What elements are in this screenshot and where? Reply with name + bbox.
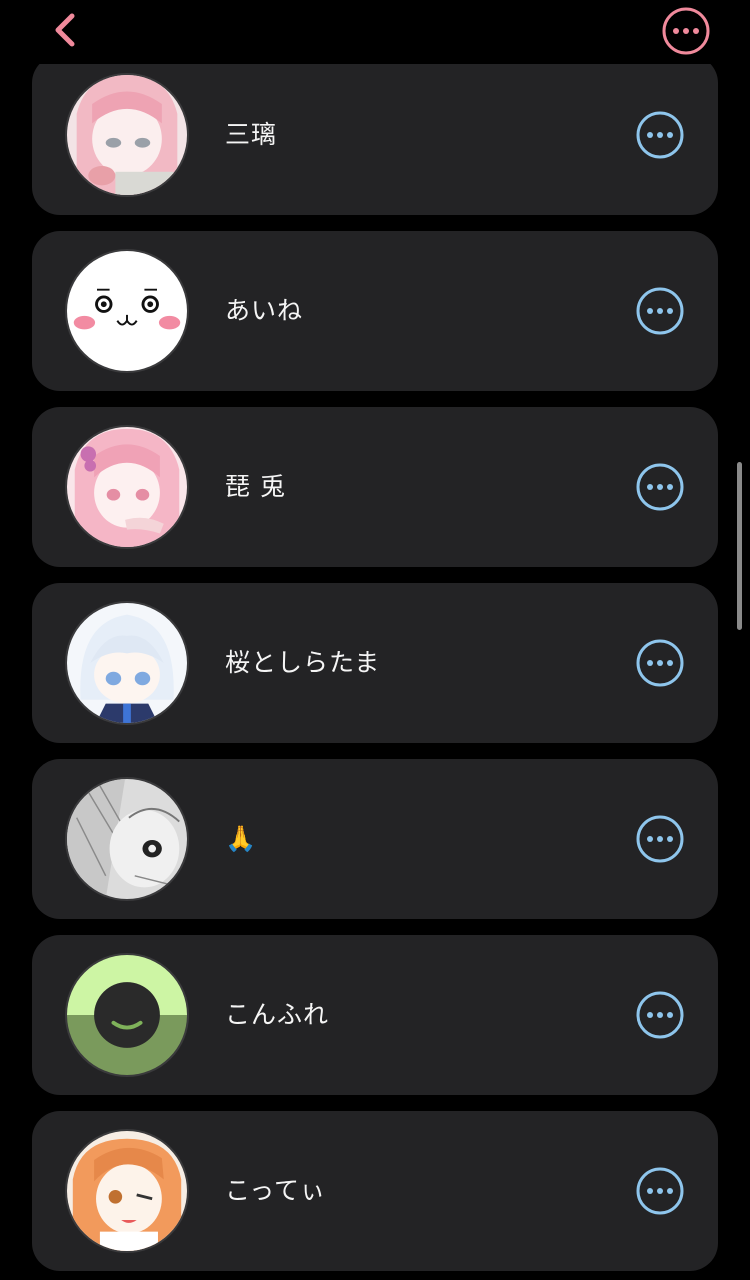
list-item[interactable]: 🙏 [32,759,718,919]
more-horizontal-circle-icon [636,463,684,511]
avatar[interactable] [65,601,189,725]
user-name: 桜としらたま [225,648,381,677]
more-horizontal-circle-icon [662,7,710,55]
avatar[interactable] [65,953,189,1077]
more-options-button[interactable] [636,639,684,687]
avatar[interactable] [65,1129,189,1253]
pink-hair-girl-avatar-image [67,75,187,195]
list-item[interactable]: あいね [32,231,718,391]
more-horizontal-circle-icon [636,991,684,1039]
list-item[interactable]: こってぃ [32,1111,718,1271]
more-options-button[interactable] [636,287,684,335]
avatar[interactable] [65,777,189,901]
top-bar [0,0,750,64]
list-item[interactable]: 琵 兎 [32,407,718,567]
user-list: 三璃 あいね 琵 兎 桜としらたま 🙏 こんふれ こってぃ [32,0,718,1280]
more-options-button[interactable] [636,815,684,863]
avatar[interactable] [65,249,189,373]
header-more-button[interactable] [662,7,710,55]
more-options-button[interactable] [636,463,684,511]
user-name: 🙏 [225,824,258,853]
more-options-button[interactable] [636,1167,684,1215]
chevron-left-icon [55,13,75,47]
green-smile-ring-avatar-image [67,955,187,1075]
white-face-mascot-avatar-image [67,251,187,371]
avatar[interactable] [65,425,189,549]
more-horizontal-circle-icon [636,287,684,335]
user-name: こってぃ [225,1176,327,1205]
more-horizontal-circle-icon [636,815,684,863]
more-horizontal-circle-icon [636,639,684,687]
list-item[interactable]: 桜としらたま [32,583,718,743]
user-name: 三璃 [225,120,278,149]
list-item[interactable]: こんふれ [32,935,718,1095]
scrollbar[interactable] [737,462,742,630]
more-horizontal-circle-icon [636,111,684,159]
pink-hair-girl-avatar-image [67,427,187,547]
user-name: あいね [225,296,304,325]
user-name: こんふれ [225,1000,330,1029]
orange-hair-girl-avatar-image [67,1131,187,1251]
friend-list-screen: 三璃 あいね 琵 兎 桜としらたま 🙏 こんふれ こってぃ [0,0,750,1280]
more-options-button[interactable] [636,111,684,159]
more-options-button[interactable] [636,991,684,1039]
white-hair-boy-avatar-image [67,603,187,723]
list-item[interactable]: 三璃 [32,55,718,215]
more-horizontal-circle-icon [636,1167,684,1215]
sketch-girl-avatar-image [67,779,187,899]
user-name: 琵 兎 [225,472,286,501]
avatar[interactable] [65,73,189,197]
back-button[interactable] [44,8,84,52]
